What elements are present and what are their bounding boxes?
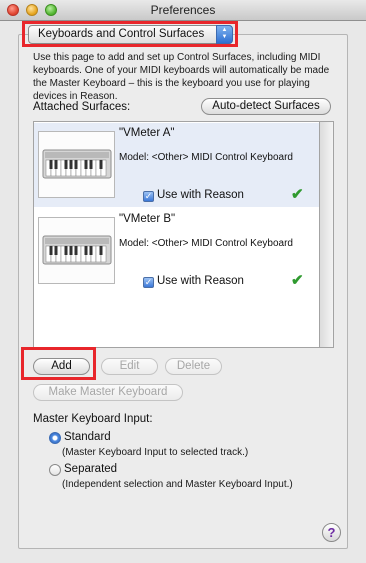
page-description: Use this page to add and set up Control … <box>33 52 330 102</box>
use-with-reason-label[interactable]: Use with Reason <box>157 189 244 201</box>
keyboard-image <box>38 217 115 284</box>
surface-model: Model: <Other> MIDI Control Keyboard <box>119 238 293 249</box>
use-with-reason-checkbox[interactable]: ✓ <box>143 191 154 202</box>
delete-button[interactable]: Delete <box>165 358 222 375</box>
radio-separated-description: (Independent selection and Master Keyboa… <box>62 479 293 490</box>
help-icon[interactable]: ? <box>322 523 341 542</box>
surface-item-vmeter-a[interactable]: "VMeter A" Model: <Other> MIDI Control K… <box>34 123 319 207</box>
title-bar[interactable]: Preferences <box>0 0 366 21</box>
radio-standard-label[interactable]: Standard <box>64 431 111 443</box>
surface-model: Model: <Other> MIDI Control Keyboard <box>119 152 293 163</box>
auto-detect-surfaces-button[interactable]: Auto-detect Surfaces <box>201 98 331 115</box>
highlight-box-add <box>21 347 96 380</box>
make-master-keyboard-button[interactable]: Make Master Keyboard <box>33 384 183 401</box>
use-with-reason-label[interactable]: Use with Reason <box>157 275 244 287</box>
list-scrollbar[interactable] <box>320 121 334 348</box>
surface-item-vmeter-b[interactable]: "VMeter B" Model: <Other> MIDI Control K… <box>34 209 319 293</box>
surface-name: "VMeter B" <box>119 213 176 225</box>
master-keyboard-input-label: Master Keyboard Input: <box>33 413 153 425</box>
window-title: Preferences <box>150 3 216 17</box>
preferences-window: Preferences Keyboards and Control Surfac… <box>0 0 366 563</box>
checkmark-icon: ✔ <box>291 186 304 203</box>
attached-surfaces-label: Attached Surfaces: <box>33 101 131 113</box>
radio-standard[interactable] <box>49 432 61 444</box>
radio-standard-description: (Master Keyboard Input to selected track… <box>62 447 249 458</box>
keyboard-image <box>38 131 115 198</box>
surface-name: "VMeter A" <box>119 127 175 139</box>
checkmark-icon: ✔ <box>291 272 304 289</box>
radio-separated-label[interactable]: Separated <box>64 463 117 475</box>
use-with-reason-checkbox[interactable]: ✓ <box>143 277 154 288</box>
radio-separated[interactable] <box>49 464 61 476</box>
edit-button[interactable]: Edit <box>101 358 158 375</box>
highlight-box-selector <box>22 21 238 47</box>
surfaces-list[interactable]: "VMeter A" Model: <Other> MIDI Control K… <box>33 121 320 348</box>
